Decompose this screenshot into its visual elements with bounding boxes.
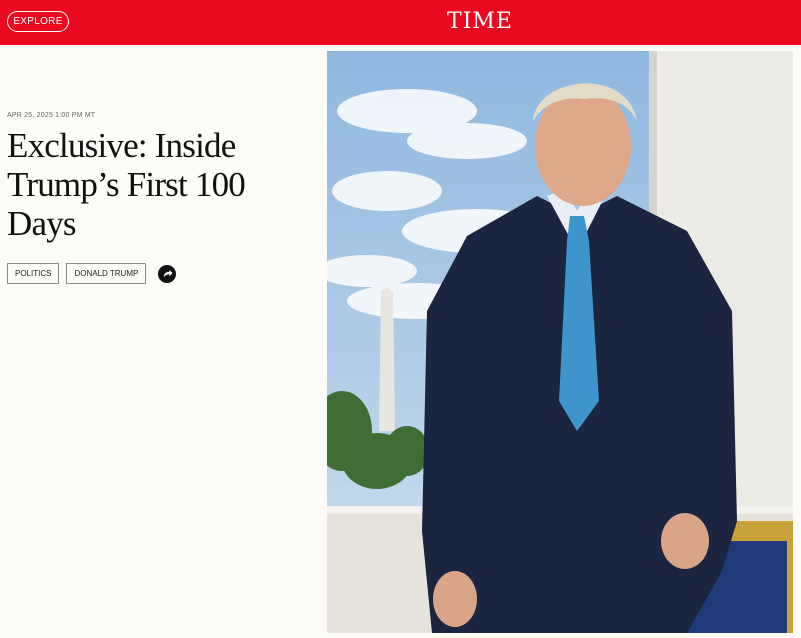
tag-list: POLITICS DONALD TRUMP bbox=[7, 263, 177, 284]
right-hand bbox=[661, 513, 709, 569]
top-nav-bar: EXPLORE TIME bbox=[0, 0, 801, 45]
share-button[interactable] bbox=[158, 264, 177, 283]
explore-button[interactable]: EXPLORE bbox=[7, 11, 69, 32]
share-arrow-icon bbox=[163, 269, 173, 278]
article-dateline: APR 25, 2025 1:00 PM MT bbox=[7, 112, 96, 119]
tag-donald-trump[interactable]: DONALD TRUMP bbox=[66, 263, 147, 284]
time-logo[interactable]: TIME bbox=[420, 8, 540, 36]
article-headline: Exclusive: Inside Trump’s First 100 Days bbox=[7, 126, 246, 243]
washington-monument bbox=[379, 287, 395, 431]
tag-politics[interactable]: POLITICS bbox=[7, 263, 60, 284]
left-hand bbox=[433, 571, 477, 627]
hero-photo[interactable] bbox=[327, 51, 793, 633]
